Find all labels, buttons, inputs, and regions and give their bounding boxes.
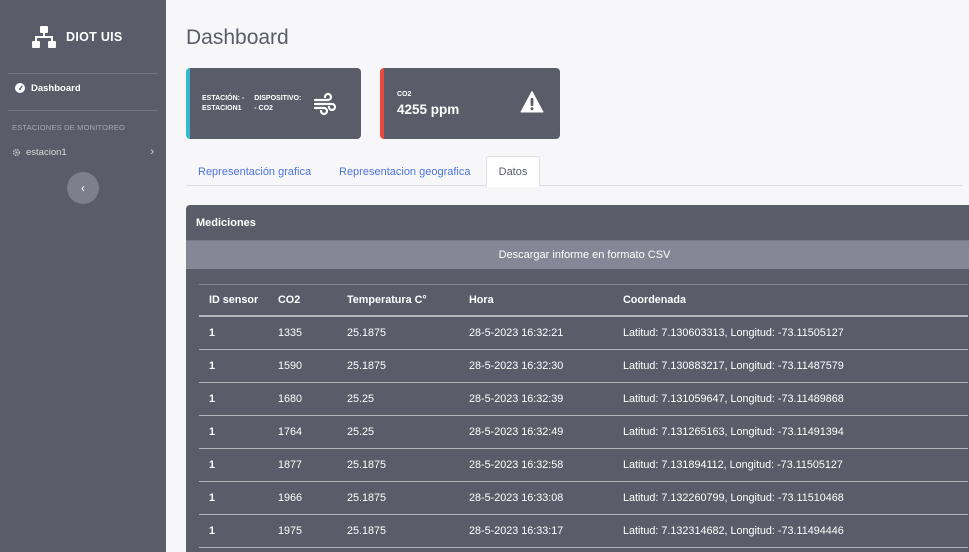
sidebar-item-label: Dashboard — [31, 82, 81, 94]
table-row: 1 1335 25.1875 28-5-2023 16:32:21 Latitu… — [199, 317, 968, 350]
cell-id: 1 — [209, 492, 216, 504]
tab-representacion-geografica[interactable]: Representacion geografica — [339, 156, 470, 187]
cell-coordinates: Latitud: 7.132260799, Longitud: -73.1151… — [623, 492, 844, 504]
co2-card: CO2 4255 ppm — [380, 68, 560, 139]
table-row: 1 1975 25.1875 28-5-2023 16:33:17 Latitu… — [199, 515, 968, 548]
cell-co2: 1590 — [278, 360, 303, 372]
brand-name: DIOT UIS — [66, 29, 123, 44]
tab-bar: Representación grafica Representacion ge… — [186, 156, 963, 187]
cell-co2: 1877 — [278, 459, 303, 471]
table-row: 1 1764 25.25 28-5-2023 16:32:49 Latitud:… — [199, 416, 968, 449]
table-row: 1 1877 25.1875 28-5-2023 16:32:58 Latitu… — [199, 449, 968, 482]
cell-co2: 1764 — [278, 426, 303, 438]
cell-temperature: 25.1875 — [347, 360, 387, 372]
sidebar-toggle-button[interactable]: ‹ — [67, 172, 99, 204]
tab-representacion-grafica[interactable]: Representación grafica — [198, 156, 311, 187]
column-header: Hora — [469, 294, 494, 306]
cell-temperature: 25.1875 — [347, 327, 387, 339]
network-icon — [32, 25, 56, 48]
cell-coordinates: Latitud: 7.131894112, Longitud: -73.1150… — [623, 459, 843, 471]
cell-temperature: 25.25 — [347, 393, 375, 405]
cell-time: 28-5-2023 16:32:39 — [469, 393, 564, 405]
cell-id: 1 — [209, 459, 216, 471]
chevron-right-icon: › — [150, 146, 154, 158]
main-content: Dashboard ESTACIÓN: - ESTACION1 DISPOSIT… — [166, 0, 969, 552]
tab-datos[interactable]: Datos — [486, 156, 540, 187]
cell-time: 28-5-2023 16:32:21 — [469, 327, 564, 339]
table-row: 1 1590 25.1875 28-5-2023 16:32:30 Latitu… — [199, 350, 968, 383]
tachometer-icon — [15, 83, 25, 93]
sidebar-item-label: estacion1 — [26, 146, 67, 158]
cell-time: 28-5-2023 16:32:30 — [469, 360, 564, 372]
column-header: Coordenada — [623, 294, 686, 306]
panel-title: Mediciones — [186, 205, 969, 241]
measurements-table: ID sensor CO2 Temperatura C° Hora Coorde… — [199, 284, 968, 548]
co2-label: CO2 — [397, 90, 412, 98]
download-csv-button[interactable]: Descargar informe en formato CSV — [186, 241, 969, 269]
cell-temperature: 25.1875 — [347, 492, 387, 504]
sidebar-brand[interactable]: DIOT UIS — [8, 0, 158, 74]
cell-temperature: 25.25 — [347, 426, 375, 438]
cell-co2: 1975 — [278, 525, 303, 537]
cell-id: 1 — [209, 360, 216, 372]
table-header: ID sensor CO2 Temperatura C° Hora Coorde… — [199, 284, 968, 317]
table-row: 1 1680 25.25 28-5-2023 16:32:39 Latitud:… — [199, 383, 968, 416]
sidebar-item-dashboard[interactable]: Dashboard — [0, 76, 166, 100]
sidebar-item-estacion1[interactable]: estacion1 › — [0, 144, 166, 160]
cell-co2: 1335 — [278, 327, 303, 339]
table-row: 1 1966 25.1875 28-5-2023 16:33:08 Latitu… — [199, 482, 968, 515]
column-header: ID sensor — [209, 294, 259, 306]
wind-icon — [314, 92, 337, 115]
cell-coordinates: Latitud: 7.130603313, Longitud: -73.1150… — [623, 327, 844, 339]
station-device-card: ESTACIÓN: - ESTACION1 DISPOSITIVO: - CO2 — [186, 68, 361, 139]
cell-temperature: 25.1875 — [347, 525, 387, 537]
column-header: CO2 — [278, 294, 301, 306]
gear-icon — [12, 148, 21, 156]
cell-time: 28-5-2023 16:33:17 — [469, 525, 564, 537]
cell-id: 1 — [209, 393, 216, 405]
cell-co2: 1966 — [278, 492, 303, 504]
sidebar-divider — [8, 110, 158, 111]
cell-time: 28-5-2023 16:33:08 — [469, 492, 564, 504]
cell-id: 1 — [209, 327, 216, 339]
cell-temperature: 25.1875 — [347, 459, 387, 471]
page-title: Dashboard — [186, 26, 289, 49]
cell-coordinates: Latitud: 7.130883217, Longitud: -73.1148… — [623, 360, 844, 372]
measurements-panel: Mediciones Descargar informe en formato … — [186, 205, 969, 552]
cell-time: 28-5-2023 16:32:49 — [469, 426, 564, 438]
cell-coordinates: Latitud: 7.132314682, Longitud: -73.1149… — [623, 525, 844, 537]
device-label: DISPOSITIVO: - CO2 — [254, 94, 302, 112]
warning-triangle-icon — [520, 91, 544, 113]
cell-co2: 1680 — [278, 393, 303, 405]
cell-time: 28-5-2023 16:32:58 — [469, 459, 564, 471]
cell-coordinates: Latitud: 7.131265163, Longitud: -73.1149… — [623, 426, 844, 438]
cell-id: 1 — [209, 525, 216, 537]
sidebar: DIOT UIS Dashboard ESTACIONES DE MONITOR… — [0, 0, 166, 552]
station-label: ESTACIÓN: - ESTACION1 — [202, 94, 245, 112]
cell-id: 1 — [209, 426, 216, 438]
chevron-left-icon: ‹ — [81, 181, 85, 195]
sidebar-heading: ESTACIONES DE MONITOREO — [12, 123, 126, 132]
column-header: Temperatura C° — [347, 294, 427, 306]
co2-value: 4255 ppm — [397, 101, 460, 117]
cell-coordinates: Latitud: 7.131059647, Longitud: -73.1148… — [623, 393, 844, 405]
